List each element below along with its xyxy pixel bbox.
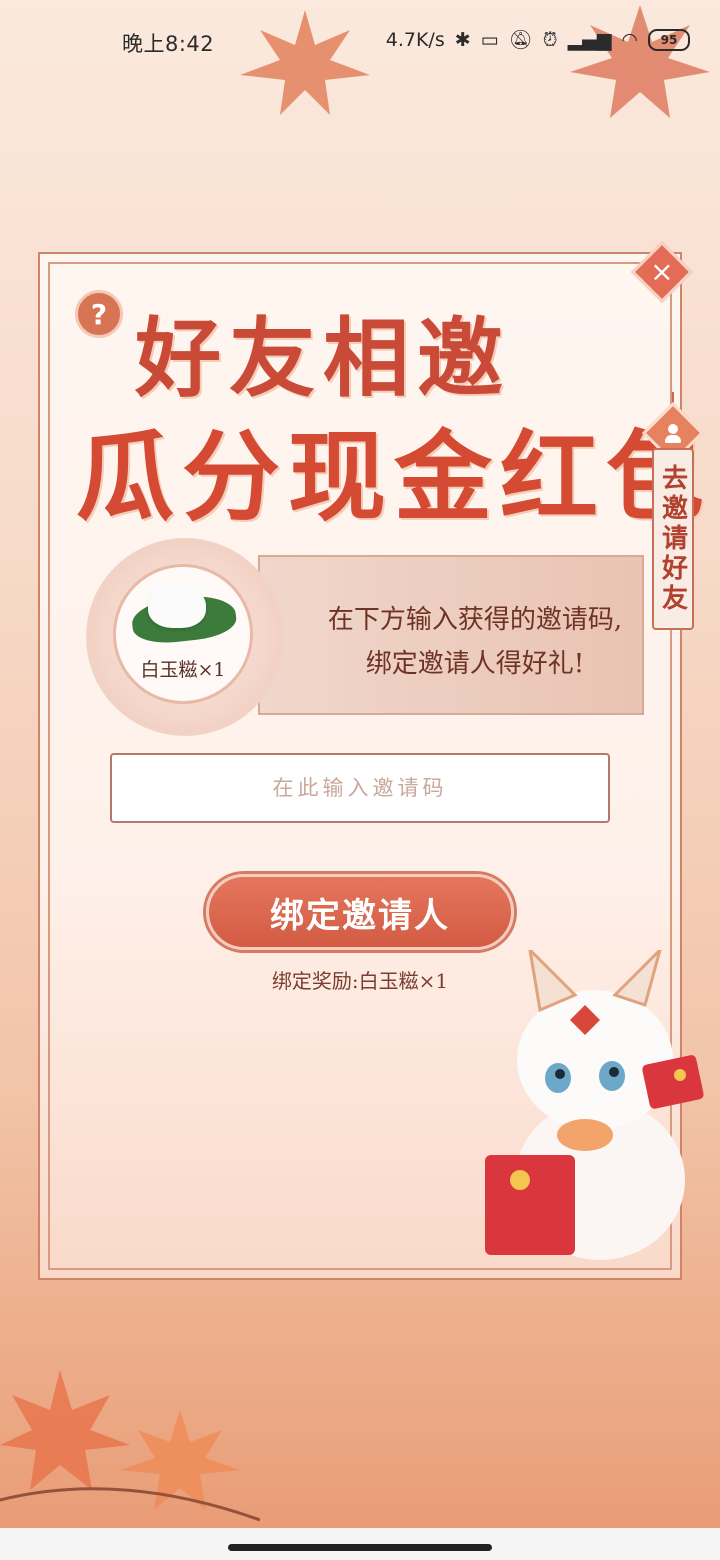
status-bar: 晚上8:42 4.7K/s ✱ ▭ 🔕︎ ⏰︎ ▂▄▆ ◠ 95 <box>0 0 720 84</box>
reward-description-line2: 绑定邀请人得好礼! <box>365 649 585 679</box>
question-icon: ? <box>90 297 108 331</box>
bluetooth-icon: ✱ <box>454 28 471 51</box>
close-icon: × <box>650 255 674 288</box>
rice-cake-image <box>148 584 206 628</box>
bind-inviter-label: 绑定邀请人 <box>270 895 450 936</box>
person-icon <box>662 422 684 444</box>
invite-friends-tab[interactable]: 去邀请好友 <box>652 448 694 630</box>
invite-code-input[interactable] <box>110 753 610 823</box>
bind-inviter-button[interactable]: 绑定邀请人 <box>206 874 514 950</box>
title-line1: 好友相邀 <box>135 308 511 409</box>
reward-item-label: 白玉糍×1 <box>140 659 226 681</box>
network-speed: 4.7K/s <box>385 28 445 51</box>
help-button[interactable]: ? <box>75 290 123 338</box>
title-line2: 瓜分现金红包 <box>76 420 713 535</box>
alarm-icon: ⏰︎ <box>542 28 558 51</box>
battery-icon: 95 <box>648 28 690 51</box>
maple-leaf-decoration-bottom-left <box>0 1370 260 1522</box>
reward-description: 在下方输入获得的邀请码, 绑定邀请人得好礼! <box>300 598 650 686</box>
mute-icon: 🔕︎ <box>508 29 533 51</box>
reward-description-line1: 在下方输入获得的邀请码, <box>327 605 623 635</box>
fox-mascot-image <box>485 950 704 1260</box>
home-indicator[interactable] <box>228 1544 492 1551</box>
status-icons: 4.7K/s ✱ ▭ 🔕︎ ⏰︎ ▂▄▆ ◠ 95 <box>386 28 690 51</box>
signal-icon: ▂▄▆ <box>567 28 612 51</box>
status-time: 晚上8:42 <box>122 32 215 56</box>
wifi-icon: ◠ <box>621 28 638 51</box>
invite-friends-label: 去邀请好友 <box>657 464 688 614</box>
bind-reward-text: 绑定奖励:白玉糍×1 <box>271 969 449 993</box>
vibrate-icon: ▭ <box>480 28 499 51</box>
